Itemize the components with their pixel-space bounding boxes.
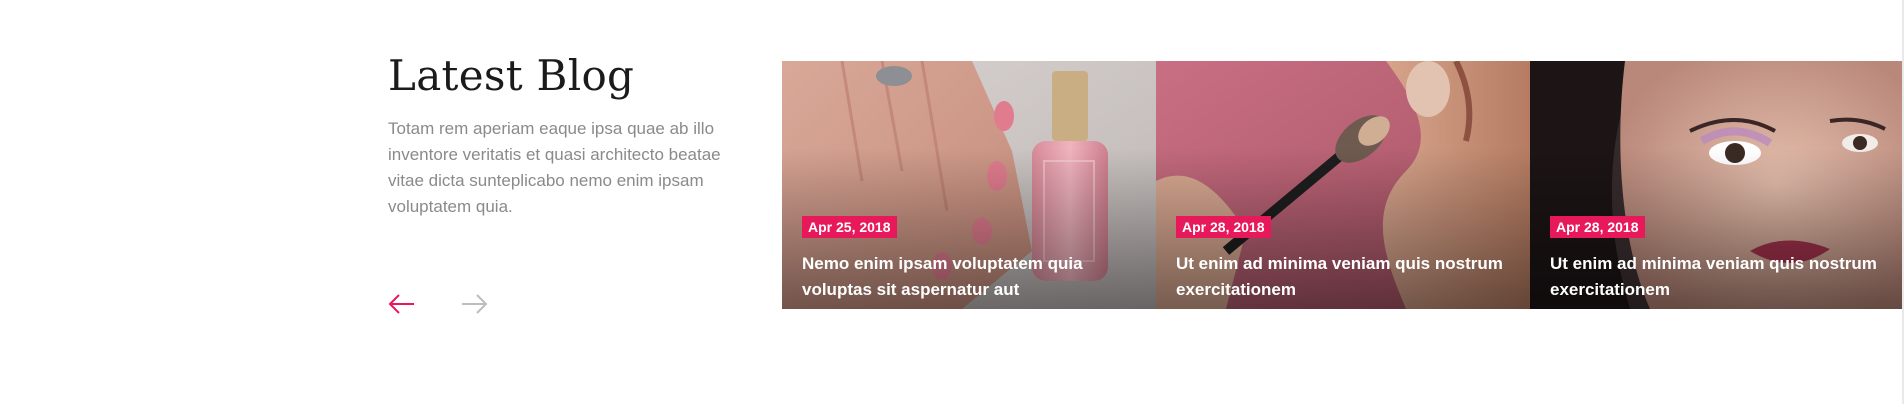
carousel-nav (388, 292, 488, 316)
section-title: Latest Blog (388, 51, 635, 100)
blog-card[interactable]: Apr 25, 2018 Nemo enim ipsam voluptatem … (782, 61, 1156, 309)
latest-blog-section: Latest Blog Totam rem aperiam eaque ipsa… (0, 0, 1904, 404)
blog-carousel: Apr 25, 2018 Nemo enim ipsam voluptatem … (782, 61, 1904, 309)
arrow-right-icon[interactable] (460, 292, 488, 316)
post-title[interactable]: Ut enim ad minima veniam quis nostrum ex… (1176, 251, 1506, 303)
post-title[interactable]: Nemo enim ipsam voluptatem quia voluptas… (802, 251, 1132, 303)
blog-card[interactable]: Apr 28, 2018 Ut enim ad minima veniam qu… (1156, 61, 1530, 309)
section-description: Totam rem aperiam eaque ipsa quae ab ill… (388, 119, 721, 216)
post-title[interactable]: Ut enim ad minima veniam quis nostrum ex… (1550, 251, 1880, 303)
post-date-badge: Apr 28, 2018 (1550, 216, 1645, 238)
blog-card[interactable]: Apr 28, 2018 Ut enim ad minima veniam qu… (1530, 61, 1904, 309)
arrow-left-icon[interactable] (388, 292, 416, 316)
post-date-badge: Apr 28, 2018 (1176, 216, 1271, 238)
blog-intro: Latest Blog Totam rem aperiam eaque ipsa… (388, 48, 748, 220)
post-date-badge: Apr 25, 2018 (802, 216, 897, 238)
